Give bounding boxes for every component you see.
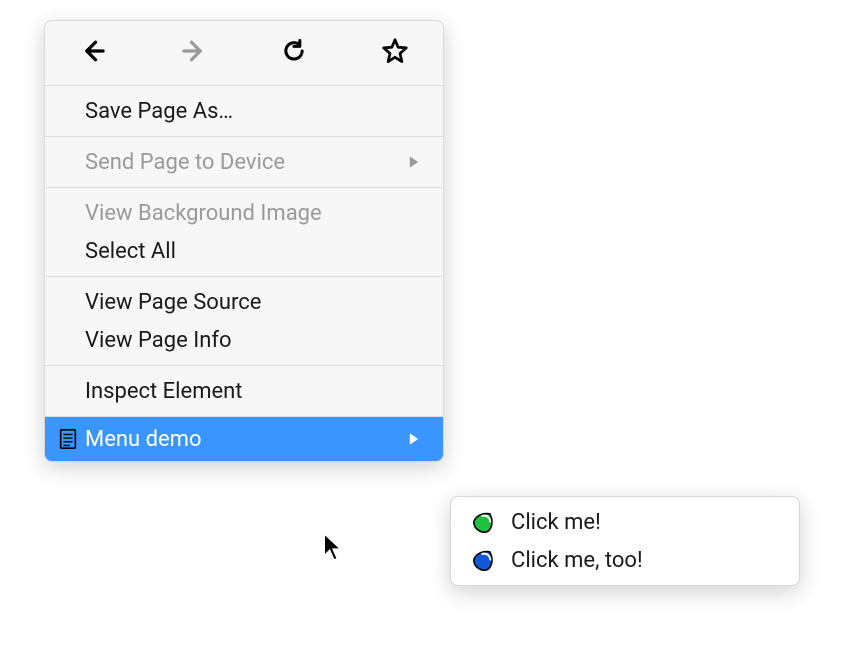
document-icon — [57, 428, 79, 450]
menu-group: Save Page As… — [45, 86, 443, 136]
extension-icon — [471, 509, 497, 535]
submenu-item-click-me-too[interactable]: Click me, too! — [451, 541, 799, 579]
chevron-right-icon — [407, 432, 421, 446]
menu-item-view-page-info[interactable]: View Page Info — [45, 321, 443, 359]
context-menu-toolbar — [45, 25, 443, 85]
menu-item-label: Send Page to Device — [85, 150, 407, 175]
reload-icon — [280, 37, 308, 69]
submenu-item-label: Click me! — [511, 510, 601, 535]
menu-group: Menu demo — [45, 417, 443, 461]
menu-item-view-page-source[interactable]: View Page Source — [45, 283, 443, 321]
back-button[interactable] — [75, 35, 111, 71]
menu-group: Send Page to Device — [45, 137, 443, 187]
menu-group: View Page Source View Page Info — [45, 277, 443, 365]
bookmark-button[interactable] — [377, 35, 413, 71]
menu-item-label: View Background Image — [85, 201, 421, 226]
menu-group: View Background Image Select All — [45, 188, 443, 276]
menu-item-label: View Page Info — [85, 328, 421, 353]
menu-item-label: Inspect Element — [85, 379, 421, 404]
extension-icon — [471, 547, 497, 573]
menu-item-label: View Page Source — [85, 290, 421, 315]
mouse-cursor — [323, 533, 345, 563]
context-menu: Save Page As… Send Page to Device View Bac… — [44, 20, 444, 462]
submenu-menu-demo: Click me! Click me, too! — [450, 496, 800, 586]
menu-item-save-page-as[interactable]: Save Page As… — [45, 92, 443, 130]
menu-item-inspect-element[interactable]: Inspect Element — [45, 372, 443, 410]
arrow-right-icon — [179, 36, 209, 70]
menu-item-label: Save Page As… — [85, 99, 421, 124]
submenu-item-label: Click me, too! — [511, 548, 643, 573]
menu-item-send-page-to-device: Send Page to Device — [45, 143, 443, 181]
reload-button[interactable] — [276, 35, 312, 71]
menu-group: Inspect Element — [45, 366, 443, 416]
menu-item-menu-demo[interactable]: Menu demo — [45, 417, 443, 461]
arrow-left-icon — [78, 36, 108, 70]
menu-item-select-all[interactable]: Select All — [45, 232, 443, 270]
menu-item-label: Select All — [85, 239, 421, 264]
menu-item-view-background-image: View Background Image — [45, 194, 443, 232]
forward-button — [176, 35, 212, 71]
menu-item-label: Menu demo — [85, 427, 407, 452]
chevron-right-icon — [407, 155, 421, 169]
submenu-item-click-me[interactable]: Click me! — [451, 503, 799, 541]
star-icon — [380, 36, 410, 70]
